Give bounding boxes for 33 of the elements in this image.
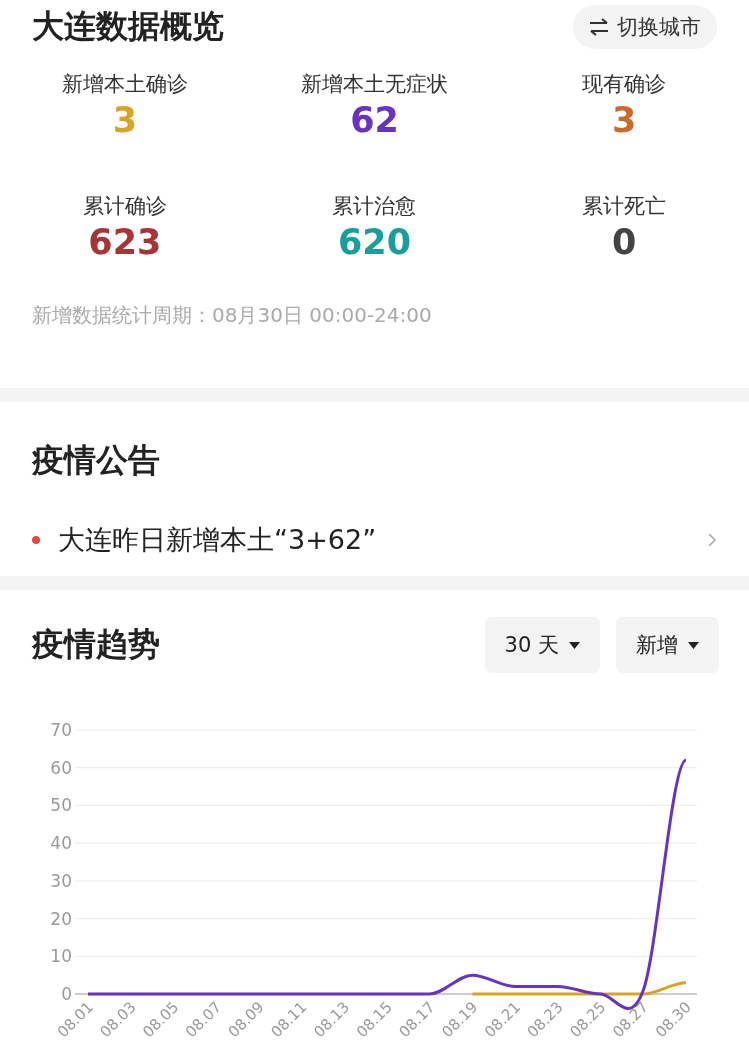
axis-tick-label: 0 [61, 984, 72, 1004]
bullet-icon [32, 536, 40, 544]
filter-dropdown[interactable]: 30 天 [484, 617, 600, 673]
stat-value: 623 [88, 222, 162, 262]
caret-down-icon [688, 641, 699, 649]
switch-city-button[interactable]: 切换城市 [573, 5, 717, 49]
stat-label: 累计死亡 [582, 193, 667, 220]
chevron-right-icon [707, 532, 717, 548]
caret-down-icon [569, 641, 580, 649]
stat-label: 新增本土确诊 [61, 71, 188, 98]
stat-value: 620 [337, 222, 411, 262]
stat-value: 0 [612, 222, 637, 262]
section-title: 疫情趋势 [32, 624, 160, 665]
stat-label: 现有确诊 [582, 71, 667, 98]
period-note: 新增数据统计周期：08月30日 00:00-24:00 [32, 302, 433, 329]
filter-dropdown[interactable]: 新增 [616, 617, 719, 673]
notice-link[interactable]: 大连昨日新增本土“3+62” [58, 522, 689, 558]
swap-icon [589, 18, 609, 36]
axis-tick-label: 60 [50, 757, 72, 778]
stat-label: 新增本土无症状 [301, 71, 448, 98]
axis-tick-label: 40 [50, 833, 72, 854]
axis-tick-label: 20 [50, 908, 72, 929]
stat-label: 累计确诊 [82, 193, 167, 220]
axis-tick-label: 70 [50, 720, 72, 740]
section-title: 大连数据概览 [32, 6, 224, 47]
axis-tick-label: 50 [50, 795, 72, 816]
stat-value: 62 [350, 100, 399, 140]
axis-tick-label: 10 [50, 946, 72, 967]
stat-value: 3 [612, 100, 637, 140]
axis-tick-label: 30 [50, 870, 72, 891]
section-title: 疫情公告 [32, 440, 160, 481]
stat-value: 3 [112, 100, 137, 140]
stat-label: 累计治愈 [332, 193, 417, 220]
